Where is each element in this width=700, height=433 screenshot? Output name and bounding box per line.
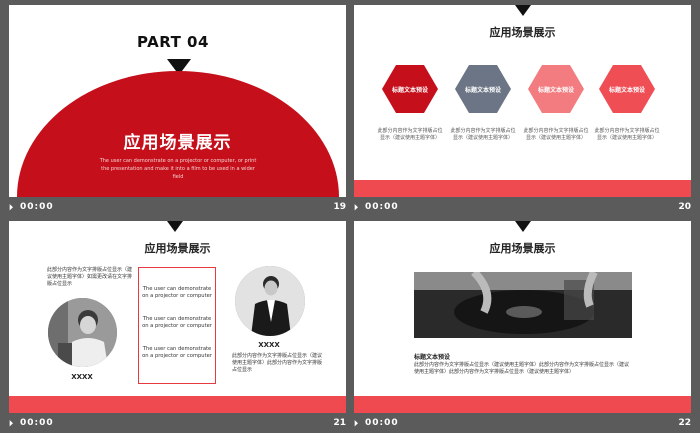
slide-number: 21 bbox=[333, 418, 346, 428]
bottom-band bbox=[354, 396, 691, 413]
slide-20-thumbnail[interactable]: 应用场景展示 标题文本预设 标题文本预设 标题文本预设 标题文本预设 此部分内容… bbox=[354, 5, 691, 197]
play-icon[interactable]: ⏵ bbox=[9, 203, 13, 213]
slide-title: 应用场景展示 bbox=[489, 26, 556, 39]
box-line-3: The user can demonstrate on a projector … bbox=[142, 346, 212, 359]
right-text: 此部分内容作为文字排版占位显示（建议使用主题字体）此部分内容作为文字排版占位显示 bbox=[232, 353, 323, 373]
slide-22-thumbnail[interactable]: 应用场景展示 标题文本预设 此部分内容作为文字排版占位显示（建议使用主题字体）此… bbox=[354, 221, 691, 413]
person-photo-icon bbox=[235, 266, 305, 336]
hexagon-caption-4: 此部分内容作为文字排版占位显示（建议使用主题字体） bbox=[594, 128, 660, 141]
slide-21-bar: ⏵ 00:00 21 bbox=[9, 416, 346, 433]
portrait-right bbox=[235, 266, 305, 336]
play-icon[interactable]: ⏵ bbox=[9, 419, 13, 429]
slide-title: 应用场景展示 bbox=[123, 133, 232, 153]
box-line-1: The user can demonstrate on a projector … bbox=[142, 286, 212, 299]
hexagon-item-2: 标题文本预设 bbox=[455, 65, 511, 113]
slide-title: 应用场景展示 bbox=[144, 242, 211, 255]
left-text: 此部分内容作为文字排版占位显示（建议使用主题字体）如需更改请在文字排版占位显示 bbox=[47, 267, 133, 287]
box-line-2: The user can demonstrate on a projector … bbox=[142, 316, 212, 329]
play-icon[interactable]: ⏵ bbox=[354, 203, 358, 213]
slide-title: 应用场景展示 bbox=[489, 242, 556, 255]
triangle-marker-icon bbox=[515, 5, 531, 16]
person-photo-icon bbox=[48, 298, 117, 367]
part-label: PART 04 bbox=[137, 33, 209, 51]
content-body: 此部分内容作为文字排版占位显示（建议使用主题字体）此部分内容作为文字排版占位显示… bbox=[414, 362, 630, 375]
hexagon-caption-3: 此部分内容作为文字排版占位显示（建议使用主题字体） bbox=[523, 128, 589, 141]
turntable-photo bbox=[414, 272, 632, 338]
hexagon-caption-2: 此部分内容作为文字排版占位显示（建议使用主题字体） bbox=[450, 128, 516, 141]
content-subtitle: 标题文本预设 bbox=[414, 354, 451, 361]
slide-time: 00:00 bbox=[20, 418, 54, 428]
portrait-left bbox=[48, 298, 117, 367]
slide-time: 00:00 bbox=[365, 418, 399, 428]
slide-description: The user can demonstrate on a projector … bbox=[99, 158, 257, 180]
slide-time: 00:00 bbox=[20, 202, 54, 212]
bottom-band bbox=[354, 180, 691, 197]
slide-number: 20 bbox=[678, 202, 691, 212]
slide-19-thumbnail[interactable]: PART 04 应用场景展示 The user can demonstrate … bbox=[9, 5, 346, 197]
hexagon-item-3: 标题文本预设 bbox=[528, 65, 584, 113]
hexagon-caption-1: 此部分内容作为文字排版占位显示（建议使用主题字体） bbox=[377, 128, 443, 141]
slide-20-bar: ⏵ 00:00 20 bbox=[354, 200, 691, 217]
slide-number: 22 bbox=[678, 418, 691, 428]
center-text-box: The user can demonstrate on a projector … bbox=[138, 267, 216, 384]
triangle-marker-icon bbox=[167, 221, 183, 232]
slide-22-bar: ⏵ 00:00 22 bbox=[354, 416, 691, 433]
hexagon-item-1: 标题文本预设 bbox=[382, 65, 438, 113]
slide-19-bar: ⏵ 00:00 19 bbox=[9, 200, 346, 217]
play-icon[interactable]: ⏵ bbox=[354, 419, 358, 429]
slide-21-thumbnail[interactable]: 应用场景展示 此部分内容作为文字排版占位显示（建议使用主题字体）如需更改请在文字… bbox=[9, 221, 346, 413]
bottom-band bbox=[9, 396, 346, 413]
slide-number: 19 bbox=[333, 202, 346, 212]
turntable-photo-icon bbox=[414, 272, 632, 338]
left-name: XXXX bbox=[71, 373, 93, 381]
slide-time: 00:00 bbox=[365, 202, 399, 212]
right-name: XXXX bbox=[258, 341, 280, 349]
triangle-marker-icon bbox=[515, 221, 531, 232]
hexagon-item-4: 标题文本预设 bbox=[599, 65, 655, 113]
